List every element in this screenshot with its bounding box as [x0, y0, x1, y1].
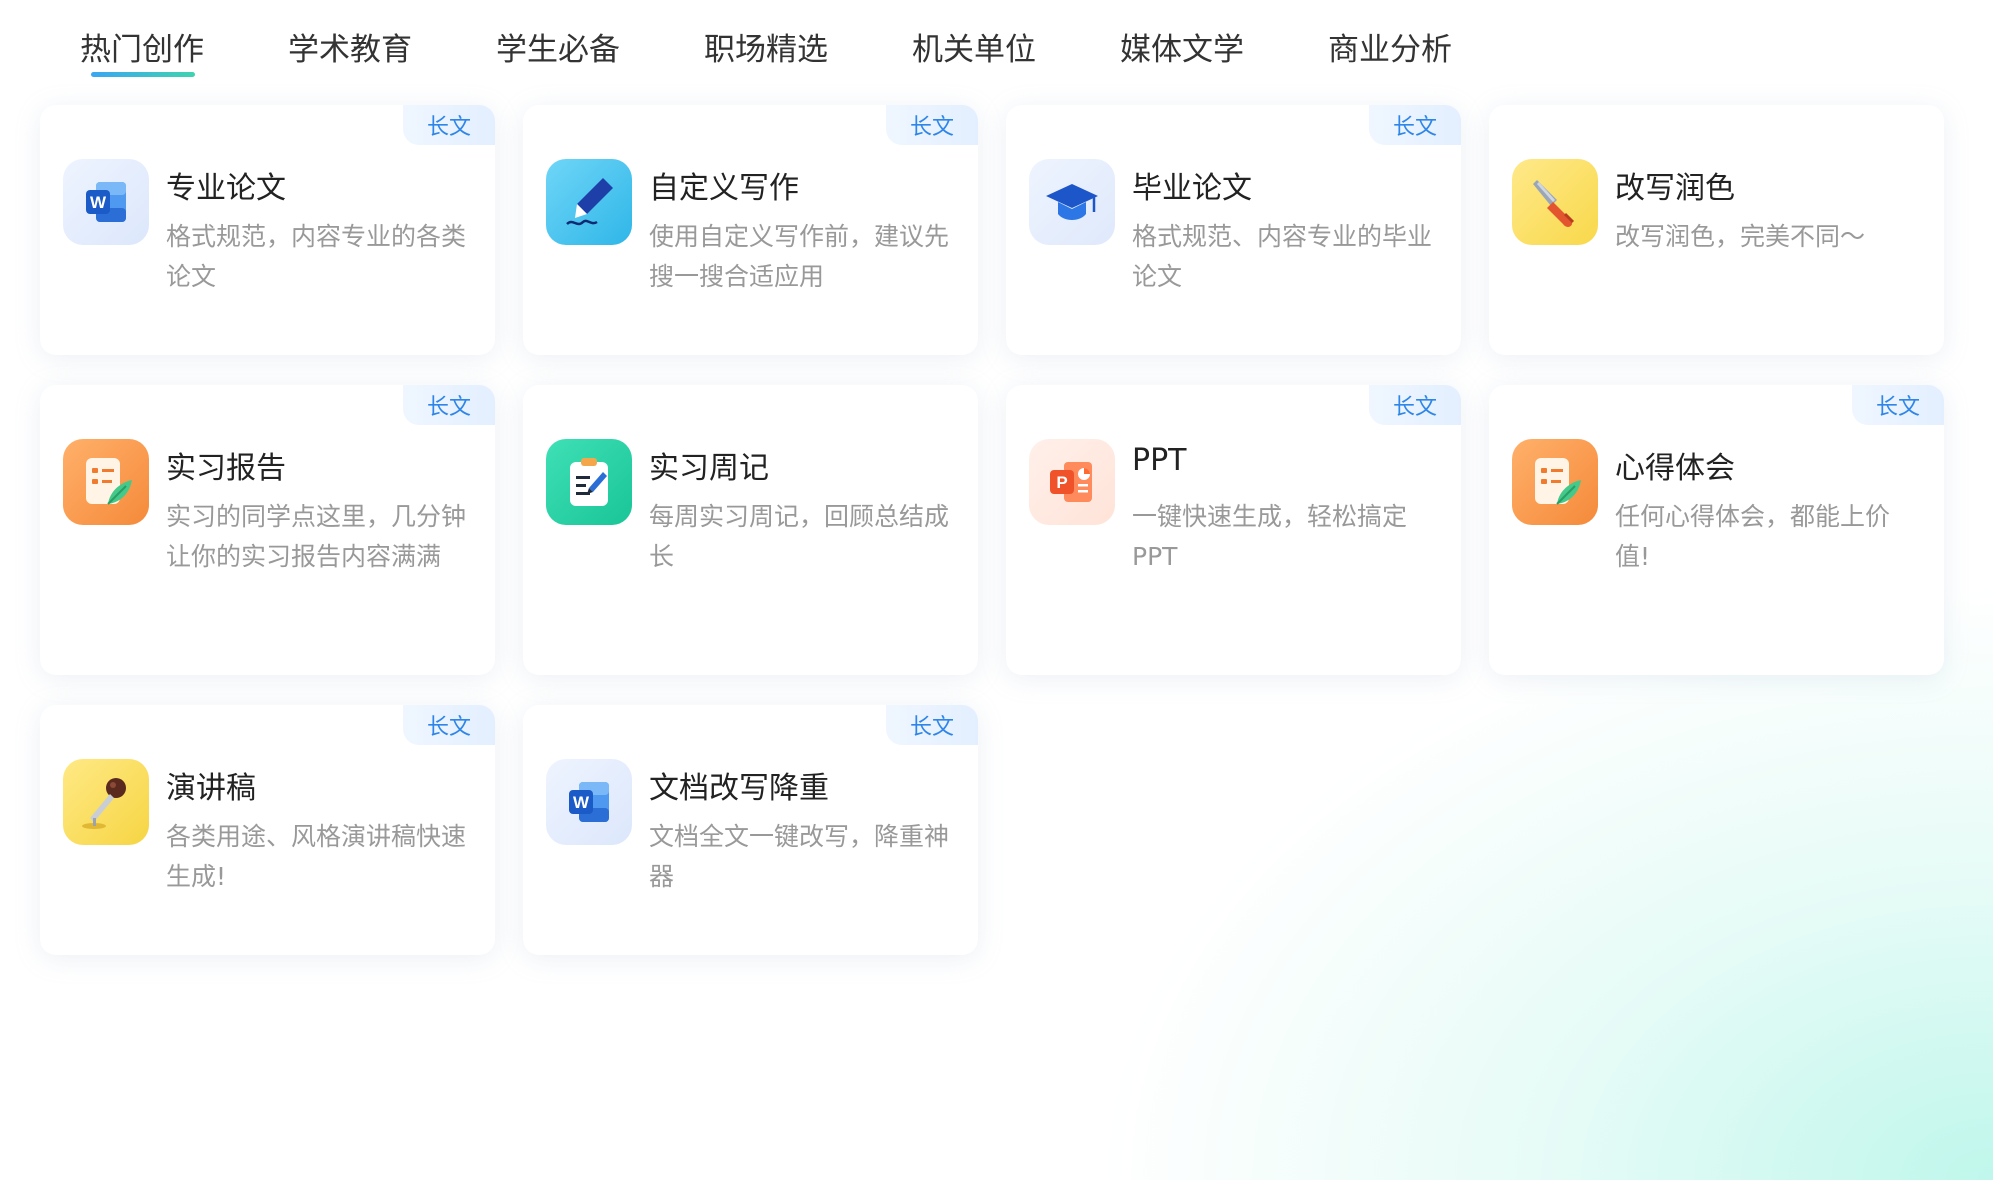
card-description: 每周实习周记，回顾总结成长	[649, 502, 950, 571]
card-description: 格式规范、内容专业的毕业论文	[1132, 222, 1433, 291]
app-card-custom-writing[interactable]: 长文 自定义写作 使用自定义写作前，建议先搜一搜合适应用	[523, 105, 978, 355]
card-title: 自定义写作	[649, 171, 799, 206]
tab-student-essentials[interactable]: 学生必备	[496, 22, 704, 78]
tab-academic-education[interactable]: 学术教育	[288, 22, 496, 78]
tab-label: 学生必备	[496, 32, 620, 68]
card-description: 实习的同学点这里，几分钟让你的实习报告内容满满	[166, 502, 467, 571]
active-tab-indicator	[91, 72, 195, 77]
microphone-icon	[63, 759, 149, 845]
card-title: 心得体会	[1615, 451, 1735, 486]
long-text-badge: 长文	[1369, 105, 1461, 145]
app-card-professional-paper[interactable]: 长文 W 专业论文 格式规范，内容专业的各类论文	[40, 105, 495, 355]
svg-text:W: W	[90, 193, 107, 212]
tab-media-literature[interactable]: 媒体文学	[1120, 22, 1328, 78]
app-card-doc-rewrite[interactable]: 长文 W 文档改写降重 文档全文一键改写，降重神器	[523, 705, 978, 955]
clipboard-pen-icon	[546, 439, 632, 525]
app-card-graduation-thesis[interactable]: 长文 毕业论文 格式规范、内容专业的毕业论文	[1006, 105, 1461, 355]
app-card-reflections[interactable]: 长文 心得体会 任何心得体会，都能上价值!	[1489, 385, 1944, 675]
app-card-internship-weekly[interactable]: 实习周记 每周实习周记，回顾总结成长	[523, 385, 978, 675]
report-feather-icon	[1512, 439, 1598, 525]
card-description: 各类用途、风格演讲稿快速生成!	[166, 822, 467, 891]
category-tabs: 热门创作 学术教育 学生必备 职场精选 机关单位 媒体文学 商业分析	[80, 22, 1536, 78]
word-doc-icon: W	[546, 759, 632, 845]
tab-label: 机关单位	[912, 32, 1036, 68]
card-title: 专业论文	[166, 171, 286, 206]
card-title: PPT	[1132, 443, 1187, 478]
card-title: 实习周记	[649, 451, 769, 486]
report-feather-icon	[63, 439, 149, 525]
long-text-badge: 长文	[403, 105, 495, 145]
tab-label: 学术教育	[288, 32, 412, 68]
graduation-cap-icon	[1029, 159, 1115, 245]
card-description: 格式规范，内容专业的各类论文	[166, 222, 467, 291]
long-text-badge: 长文	[403, 705, 495, 745]
app-card-internship-report[interactable]: 长文 实习报告 实习的同学点这里，几分钟让你的实习报告内容满满	[40, 385, 495, 675]
card-description: 改写润色，完美不同～	[1615, 222, 1866, 251]
long-text-badge: 长文	[1369, 385, 1461, 425]
card-title: 实习报告	[166, 451, 286, 486]
tab-label: 媒体文学	[1120, 32, 1244, 68]
tab-label: 商业分析	[1328, 32, 1452, 68]
word-doc-icon: W	[63, 159, 149, 245]
card-title: 毕业论文	[1132, 171, 1252, 206]
tab-government-units[interactable]: 机关单位	[912, 22, 1120, 78]
tab-label: 热门创作	[80, 32, 204, 68]
card-title: 演讲稿	[166, 771, 256, 806]
svg-text:P: P	[1056, 473, 1067, 492]
card-title: 改写润色	[1615, 171, 1735, 206]
pen-signature-icon	[546, 159, 632, 245]
ppt-icon: P	[1029, 439, 1115, 525]
card-description: 文档全文一键改写，降重神器	[649, 822, 950, 891]
brush-icon	[1512, 159, 1598, 245]
card-title: 文档改写降重	[649, 771, 829, 806]
card-description: 使用自定义写作前，建议先搜一搜合适应用	[649, 222, 950, 291]
tab-label: 职场精选	[704, 32, 828, 68]
tab-hot-creation[interactable]: 热门创作	[80, 22, 288, 78]
long-text-badge: 长文	[886, 105, 978, 145]
card-description: 任何心得体会，都能上价值!	[1615, 502, 1891, 571]
svg-text:W: W	[573, 793, 590, 812]
card-description: 一键快速生成，轻松搞定PPT	[1132, 502, 1408, 571]
long-text-badge: 长文	[886, 705, 978, 745]
long-text-badge: 长文	[403, 385, 495, 425]
app-card-ppt[interactable]: 长文 P PPT 一键快速生成，轻松搞定PPT	[1006, 385, 1461, 675]
tab-business-analysis[interactable]: 商业分析	[1328, 22, 1536, 78]
tab-workplace-picks[interactable]: 职场精选	[704, 22, 912, 78]
app-card-speech[interactable]: 长文 演讲稿 各类用途、风格演讲稿快速生成!	[40, 705, 495, 955]
app-card-rewrite-polish[interactable]: 改写润色 改写润色，完美不同～	[1489, 105, 1944, 355]
long-text-badge: 长文	[1852, 385, 1944, 425]
